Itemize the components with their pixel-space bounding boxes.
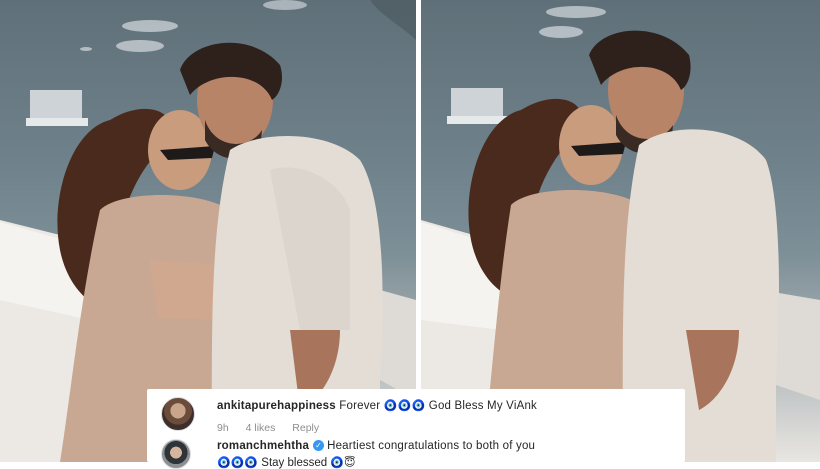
avatar[interactable] (161, 439, 191, 469)
comments-card: ankitapurehappiness Forever 🧿🧿🧿 God Bles… (147, 389, 685, 469)
comment-text: Forever (339, 400, 381, 412)
comment-username[interactable]: romanchmehtha (217, 440, 309, 452)
emoji-group: 🧿🧿🧿 (217, 456, 259, 469)
comment-text: God Bless My ViAnk (428, 400, 538, 412)
emoji-group: 🧿😇 (330, 456, 356, 469)
comment-second-line: 🧿🧿🧿 Stay blessed 🧿😇 (217, 456, 356, 469)
comment-likes[interactable]: 4 likes (246, 422, 276, 434)
comment-username[interactable]: ankitapurehappiness (217, 400, 336, 412)
comment-text: Stay blessed (261, 457, 328, 469)
comment-meta: 9h 4 likes Reply (217, 422, 333, 434)
comment-body: romanchmehtha ✓ Heartiest congratulations … (217, 440, 535, 452)
comment-time: 9h (217, 422, 229, 434)
emoji-group: 🧿🧿🧿 (383, 399, 426, 412)
comment-body: ankitapurehappiness Forever 🧿🧿🧿 God Bles… (217, 399, 537, 412)
comment-text: Heartiest congratulations to both of you (327, 440, 536, 452)
avatar[interactable] (161, 397, 195, 431)
verified-badge-icon: ✓ (313, 440, 325, 451)
reply-button[interactable]: Reply (292, 422, 319, 434)
